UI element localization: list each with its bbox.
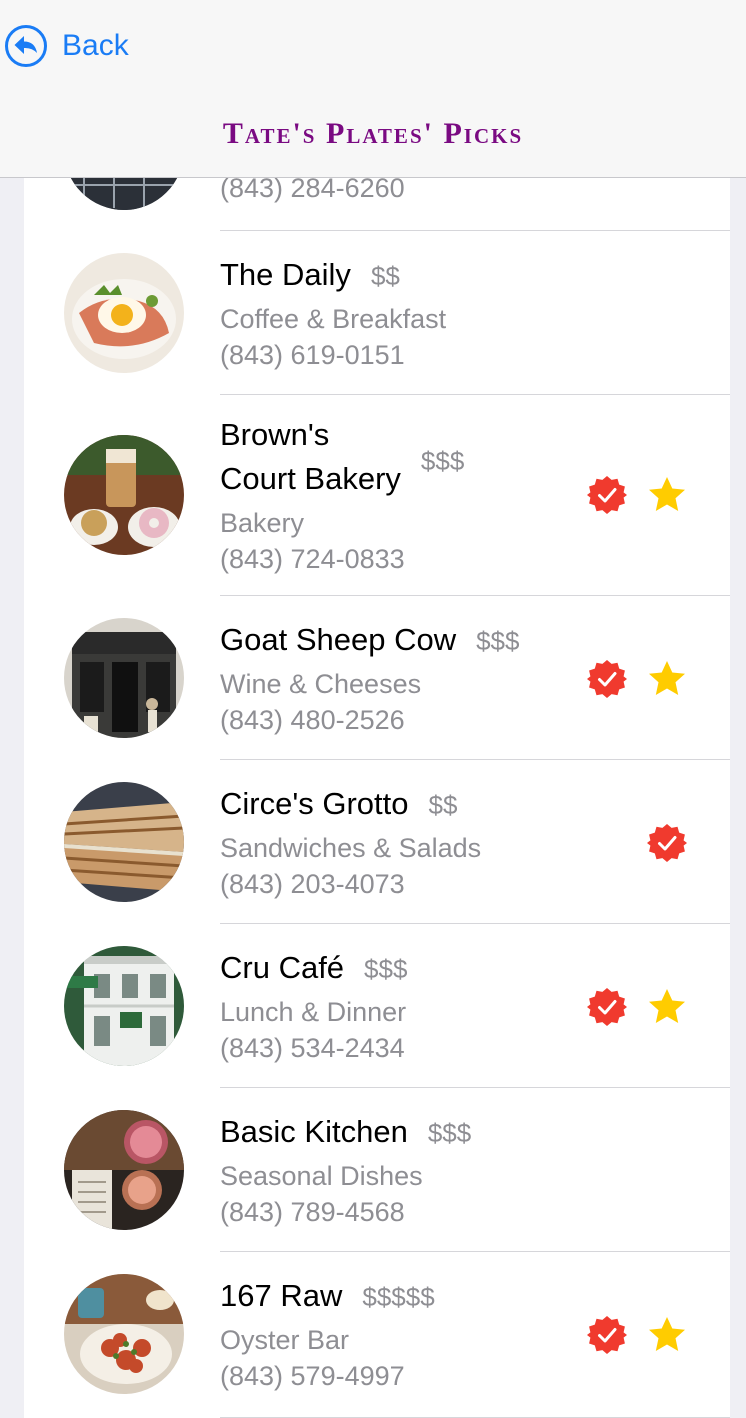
restaurant-category: Sandwiches & Salads xyxy=(220,833,482,863)
price-level: $$$ xyxy=(476,626,520,656)
restaurant-name: Basic Kitchen xyxy=(220,1114,408,1149)
verified-badge-icon xyxy=(647,823,687,863)
restaurant-name: Goat Sheep Cow xyxy=(220,622,457,657)
restaurant-phone[interactable]: (843) 619-0151 xyxy=(220,337,446,373)
price-level: $$$$$ xyxy=(362,1282,435,1312)
restaurant-phone[interactable]: (843) 724-0833 xyxy=(220,541,464,577)
star-icon xyxy=(647,1315,687,1355)
restaurant-photo xyxy=(64,1274,184,1394)
restaurant-photo xyxy=(64,435,184,555)
list-item[interactable]: Brown's Court Bakery $$$ Bakery (843) 72… xyxy=(24,395,730,596)
restaurant-photo xyxy=(64,618,184,738)
page-title: Tate's Plates' Picks xyxy=(222,116,524,150)
back-arrow-circle-icon xyxy=(4,24,48,68)
back-button[interactable]: Back xyxy=(4,22,129,70)
title-bar: Tate's Plates' Picks xyxy=(0,90,746,178)
list-item[interactable]: Circe's Grotto $$ Sandwiches & Salads (8… xyxy=(24,760,730,924)
star-icon xyxy=(647,475,687,515)
restaurant-category: Seasonal Dishes xyxy=(220,1161,423,1191)
restaurant-name-line2: Court Bakery xyxy=(220,461,401,496)
restaurant-category: Wine & Cheeses xyxy=(220,669,422,699)
verified-badge-icon xyxy=(587,1315,627,1355)
list-item[interactable]: Cru Café $$$ Lunch & Dinner (843) 534-24… xyxy=(24,924,730,1088)
restaurant-name: 167 Raw xyxy=(220,1278,343,1313)
verified-badge-icon xyxy=(587,987,627,1027)
restaurant-photo xyxy=(64,782,184,902)
list-item[interactable]: The Daily $$ Coffee & Breakfast (843) 61… xyxy=(24,231,730,395)
restaurant-photo xyxy=(64,1110,184,1230)
restaurant-category: Coffee & Breakfast xyxy=(220,304,447,334)
restaurant-name: Circe's Grotto xyxy=(220,786,409,821)
price-level: $$ xyxy=(370,261,400,291)
restaurant-name: Cru Café xyxy=(220,950,345,985)
list-item[interactable]: Goat Sheep Cow $$$ Wine & Cheeses (843) … xyxy=(24,596,730,760)
verified-badge-icon xyxy=(587,475,627,515)
restaurant-phone[interactable]: (843) 789-4568 xyxy=(220,1194,471,1230)
price-level: $$$ xyxy=(364,954,408,984)
price-level: $$$ xyxy=(420,445,465,476)
restaurant-name: Brown's xyxy=(220,417,330,452)
list-item[interactable]: Basic Kitchen $$$ Seasonal Dishes (843) … xyxy=(24,1088,730,1252)
back-label: Back xyxy=(62,29,129,62)
list-item[interactable]: 167 Raw $$$$$ Oyster Bar (843) 579-4997 xyxy=(24,1252,730,1418)
restaurant-list[interactable]: (843) 284-6260 The Daily $$ Coffee & Bre… xyxy=(24,0,730,1418)
verified-badge-icon xyxy=(587,659,627,699)
app: (843) 284-6260 The Daily $$ Coffee & Bre… xyxy=(0,0,746,1418)
star-icon xyxy=(647,659,687,699)
navigation-bar: Back xyxy=(0,0,746,91)
star-icon xyxy=(647,987,687,1027)
price-level: $$ xyxy=(428,790,458,820)
restaurant-phone[interactable]: (843) 480-2526 xyxy=(220,702,519,738)
restaurant-category: Oyster Bar xyxy=(220,1325,350,1355)
price-level: $$$ xyxy=(427,1118,472,1148)
restaurant-phone[interactable]: (843) 203-4073 xyxy=(220,866,481,902)
restaurant-category: Bakery xyxy=(220,508,305,538)
restaurant-photo xyxy=(64,253,184,373)
restaurant-phone[interactable]: (843) 534-2434 xyxy=(220,1030,407,1066)
restaurant-photo xyxy=(64,946,184,1066)
restaurant-phone[interactable]: (843) 579-4997 xyxy=(220,1358,435,1394)
restaurant-name: The Daily xyxy=(220,257,351,292)
restaurant-category: Lunch & Dinner xyxy=(220,997,407,1027)
